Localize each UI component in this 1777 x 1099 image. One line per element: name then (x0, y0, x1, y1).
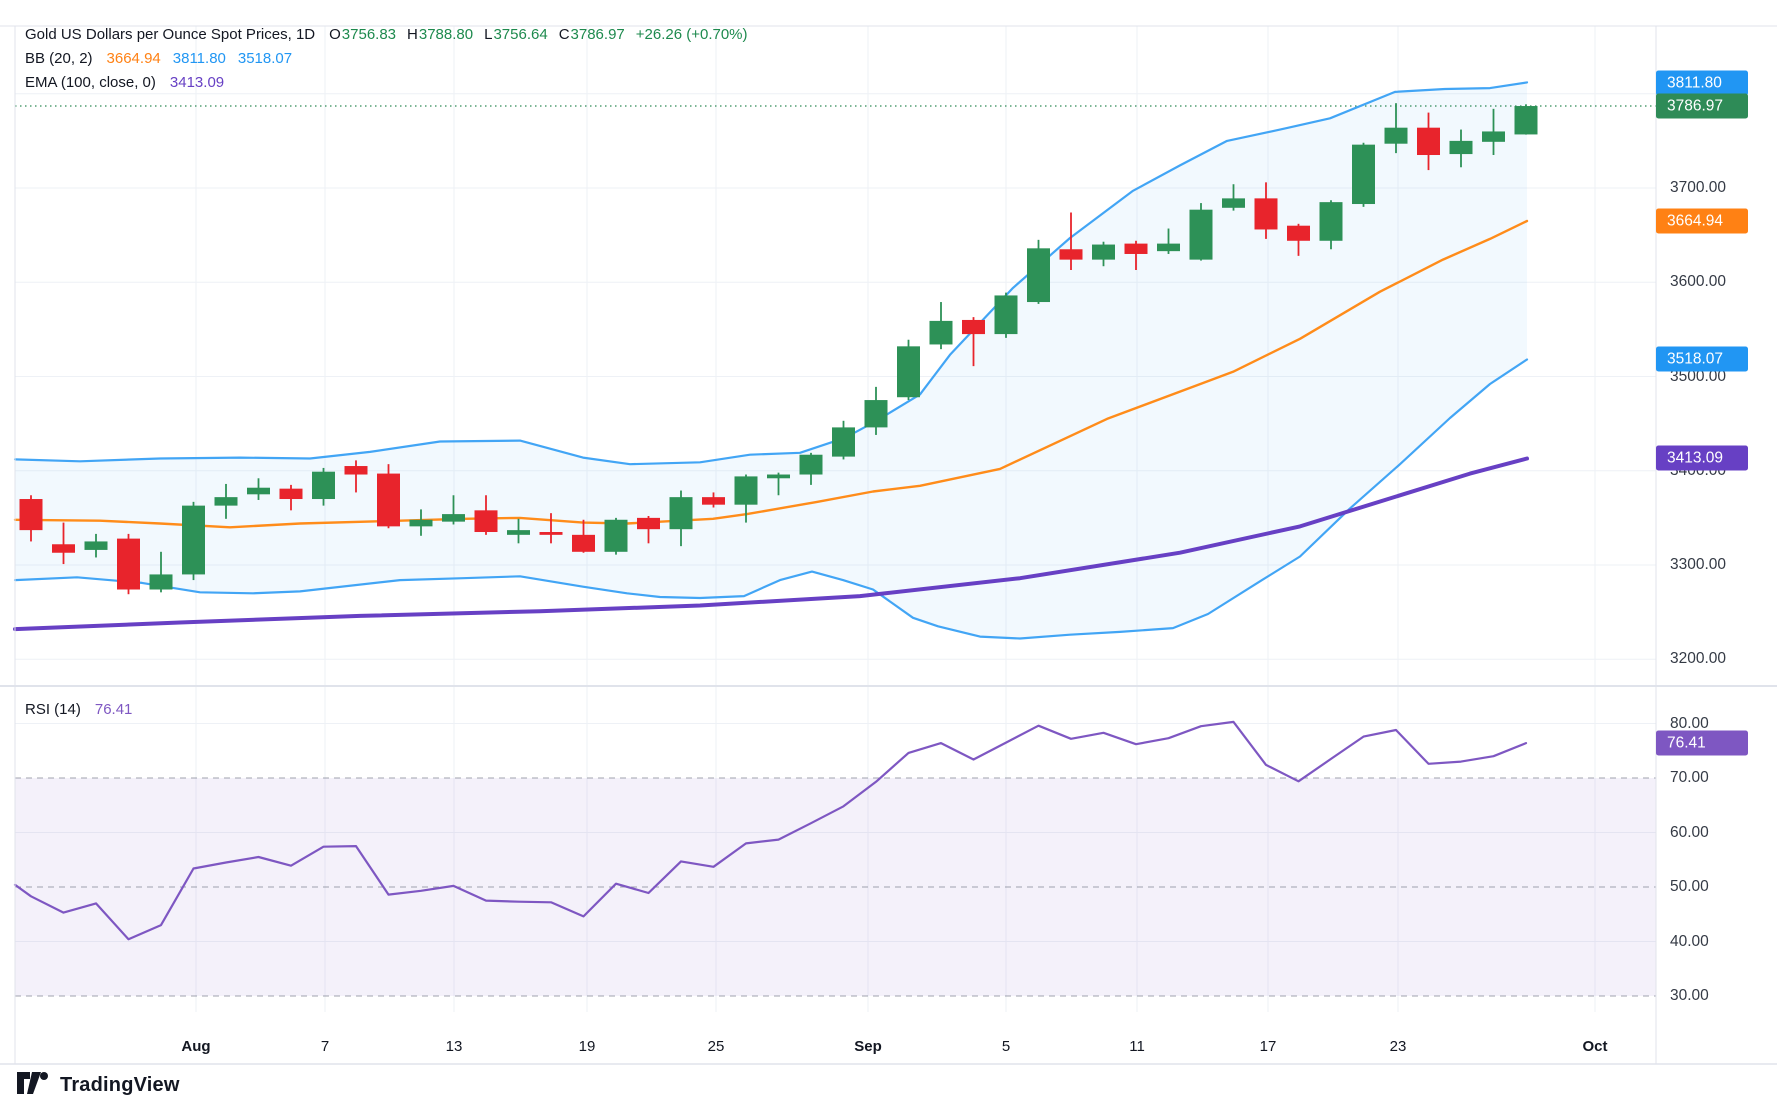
time-axis-label-17[interactable]: 17 (1260, 1038, 1277, 1055)
candle-14 (475, 510, 498, 532)
candle-42 (1385, 128, 1408, 144)
legend-symbol-row[interactable]: Gold US Dollars per Ounce Spot Prices, 1… (25, 26, 748, 43)
rsi-axis-label-40.00: 40.00 (1670, 933, 1709, 951)
symbol-title: Gold US Dollars per Ounce Spot Prices, 1… (25, 26, 315, 43)
rsi-axis-label-50.00: 50.00 (1670, 878, 1709, 896)
candle-28 (930, 321, 953, 345)
time-axis-label-23[interactable]: 23 (1390, 1038, 1407, 1055)
ema-label: EMA (100, close, 0) (25, 74, 156, 91)
ohlc-item-C: C3786.97 (559, 26, 625, 43)
candle-9 (312, 472, 335, 499)
candle-2 (85, 541, 108, 549)
candle-35 (1157, 244, 1180, 252)
candle-43 (1417, 128, 1440, 155)
price-badge-3811.80: 3811.80 (1656, 70, 1748, 95)
price-badge-3518.07: 3518.07 (1656, 347, 1748, 372)
price-badge-3413.09: 3413.09 (1656, 446, 1748, 471)
time-axis-label-Oct[interactable]: Oct (1582, 1038, 1607, 1055)
price-badge-3786.97: 3786.97 (1656, 94, 1748, 119)
time-axis-label-Sep[interactable]: Sep (854, 1038, 882, 1055)
bb-value-2: 3518.07 (238, 50, 292, 67)
candle-11 (377, 474, 400, 527)
ema-value: 3413.09 (170, 74, 224, 91)
candle-24 (800, 455, 823, 475)
chart-canvas[interactable] (0, 0, 1777, 1099)
candle-45 (1482, 131, 1505, 141)
tradingview-logo-icon (17, 1072, 51, 1098)
rsi-axis-label-30.00: 30.00 (1670, 987, 1709, 1005)
candle-26 (865, 400, 888, 427)
candle-30 (995, 295, 1018, 334)
candle-16 (540, 532, 563, 535)
legend-rsi-row[interactable]: RSI (14) 76.41 (25, 701, 132, 718)
ohlc-item-H: H3788.80 (407, 26, 473, 43)
bb-value-0: 3664.94 (107, 50, 161, 67)
tradingview-attribution[interactable]: TradingView (17, 1072, 180, 1098)
time-axis-label-25[interactable]: 25 (708, 1038, 725, 1055)
tradingview-logo-text: TradingView (60, 1074, 180, 1097)
change-value: +26.26 (+0.70%) (636, 26, 748, 43)
trading-chart-page: { "legend": { "title": "Gold US Dollars … (0, 0, 1777, 1099)
candle-38 (1255, 198, 1278, 229)
rsi-axis-label-60.00: 60.00 (1670, 824, 1709, 842)
price-badge-3664.94: 3664.94 (1656, 209, 1748, 234)
candle-34 (1125, 244, 1148, 254)
candle-13 (442, 514, 465, 522)
price-axis-label-3200.00: 3200.00 (1670, 650, 1726, 668)
bb-values: 3664.94 3811.80 3518.07 (107, 50, 293, 67)
rsi-badge-76.41: 76.41 (1656, 731, 1748, 756)
candle-25 (832, 427, 855, 456)
bb-value-1: 3811.80 (173, 50, 226, 67)
candle-8 (280, 489, 303, 499)
candle-10 (345, 466, 368, 474)
time-axis-label-11[interactable]: 11 (1129, 1038, 1145, 1055)
candle-29 (962, 320, 985, 334)
candle-46 (1515, 106, 1538, 134)
candle-4 (150, 574, 173, 589)
time-axis-label-13[interactable]: 13 (446, 1038, 463, 1055)
rsi-value: 76.41 (95, 701, 133, 718)
legend-ema-row[interactable]: EMA (100, close, 0) 3413.09 (25, 74, 224, 91)
candle-23 (767, 475, 790, 479)
candle-21 (702, 497, 725, 505)
candle-41 (1352, 145, 1375, 204)
time-axis-label-7[interactable]: 7 (321, 1038, 329, 1055)
candle-12 (410, 520, 433, 527)
rsi-label: RSI (14) (25, 701, 81, 718)
bb-label: BB (20, 2) (25, 50, 93, 67)
candle-20 (670, 497, 693, 529)
candle-7 (247, 488, 270, 495)
candle-31 (1027, 248, 1050, 302)
candle-6 (215, 497, 238, 505)
time-axis-label-5[interactable]: 5 (1002, 1038, 1010, 1055)
candle-15 (507, 530, 530, 535)
ohlc-item-O: O3756.83 (329, 26, 396, 43)
rsi-axis-label-70.00: 70.00 (1670, 769, 1709, 787)
ohlc-values: O3756.83 H3788.80 L3756.64 C3786.97 (329, 26, 625, 43)
candle-18 (605, 520, 628, 552)
time-axis-label-Aug[interactable]: Aug (181, 1038, 210, 1055)
candle-37 (1222, 198, 1245, 207)
candle-17 (572, 535, 595, 552)
candle-5 (182, 506, 205, 575)
candle-44 (1450, 141, 1473, 154)
price-axis-label-3300.00: 3300.00 (1670, 556, 1726, 574)
candle-32 (1060, 249, 1083, 259)
legend-bb-row[interactable]: BB (20, 2) 3664.94 3811.80 3518.07 (25, 50, 292, 67)
price-axis-label-3700.00: 3700.00 (1670, 179, 1726, 197)
candle-39 (1287, 226, 1310, 241)
candle-22 (735, 476, 758, 504)
candle-36 (1190, 210, 1213, 260)
candle-40 (1320, 202, 1343, 241)
candle-3 (117, 539, 140, 590)
candle-27 (897, 346, 920, 397)
candle-33 (1092, 245, 1115, 260)
price-axis-label-3600.00: 3600.00 (1670, 273, 1726, 291)
candle-0 (20, 499, 43, 530)
time-axis-label-19[interactable]: 19 (579, 1038, 596, 1055)
candle-19 (637, 518, 660, 529)
candle-1 (52, 544, 75, 552)
ohlc-item-L: L3756.64 (484, 26, 548, 43)
